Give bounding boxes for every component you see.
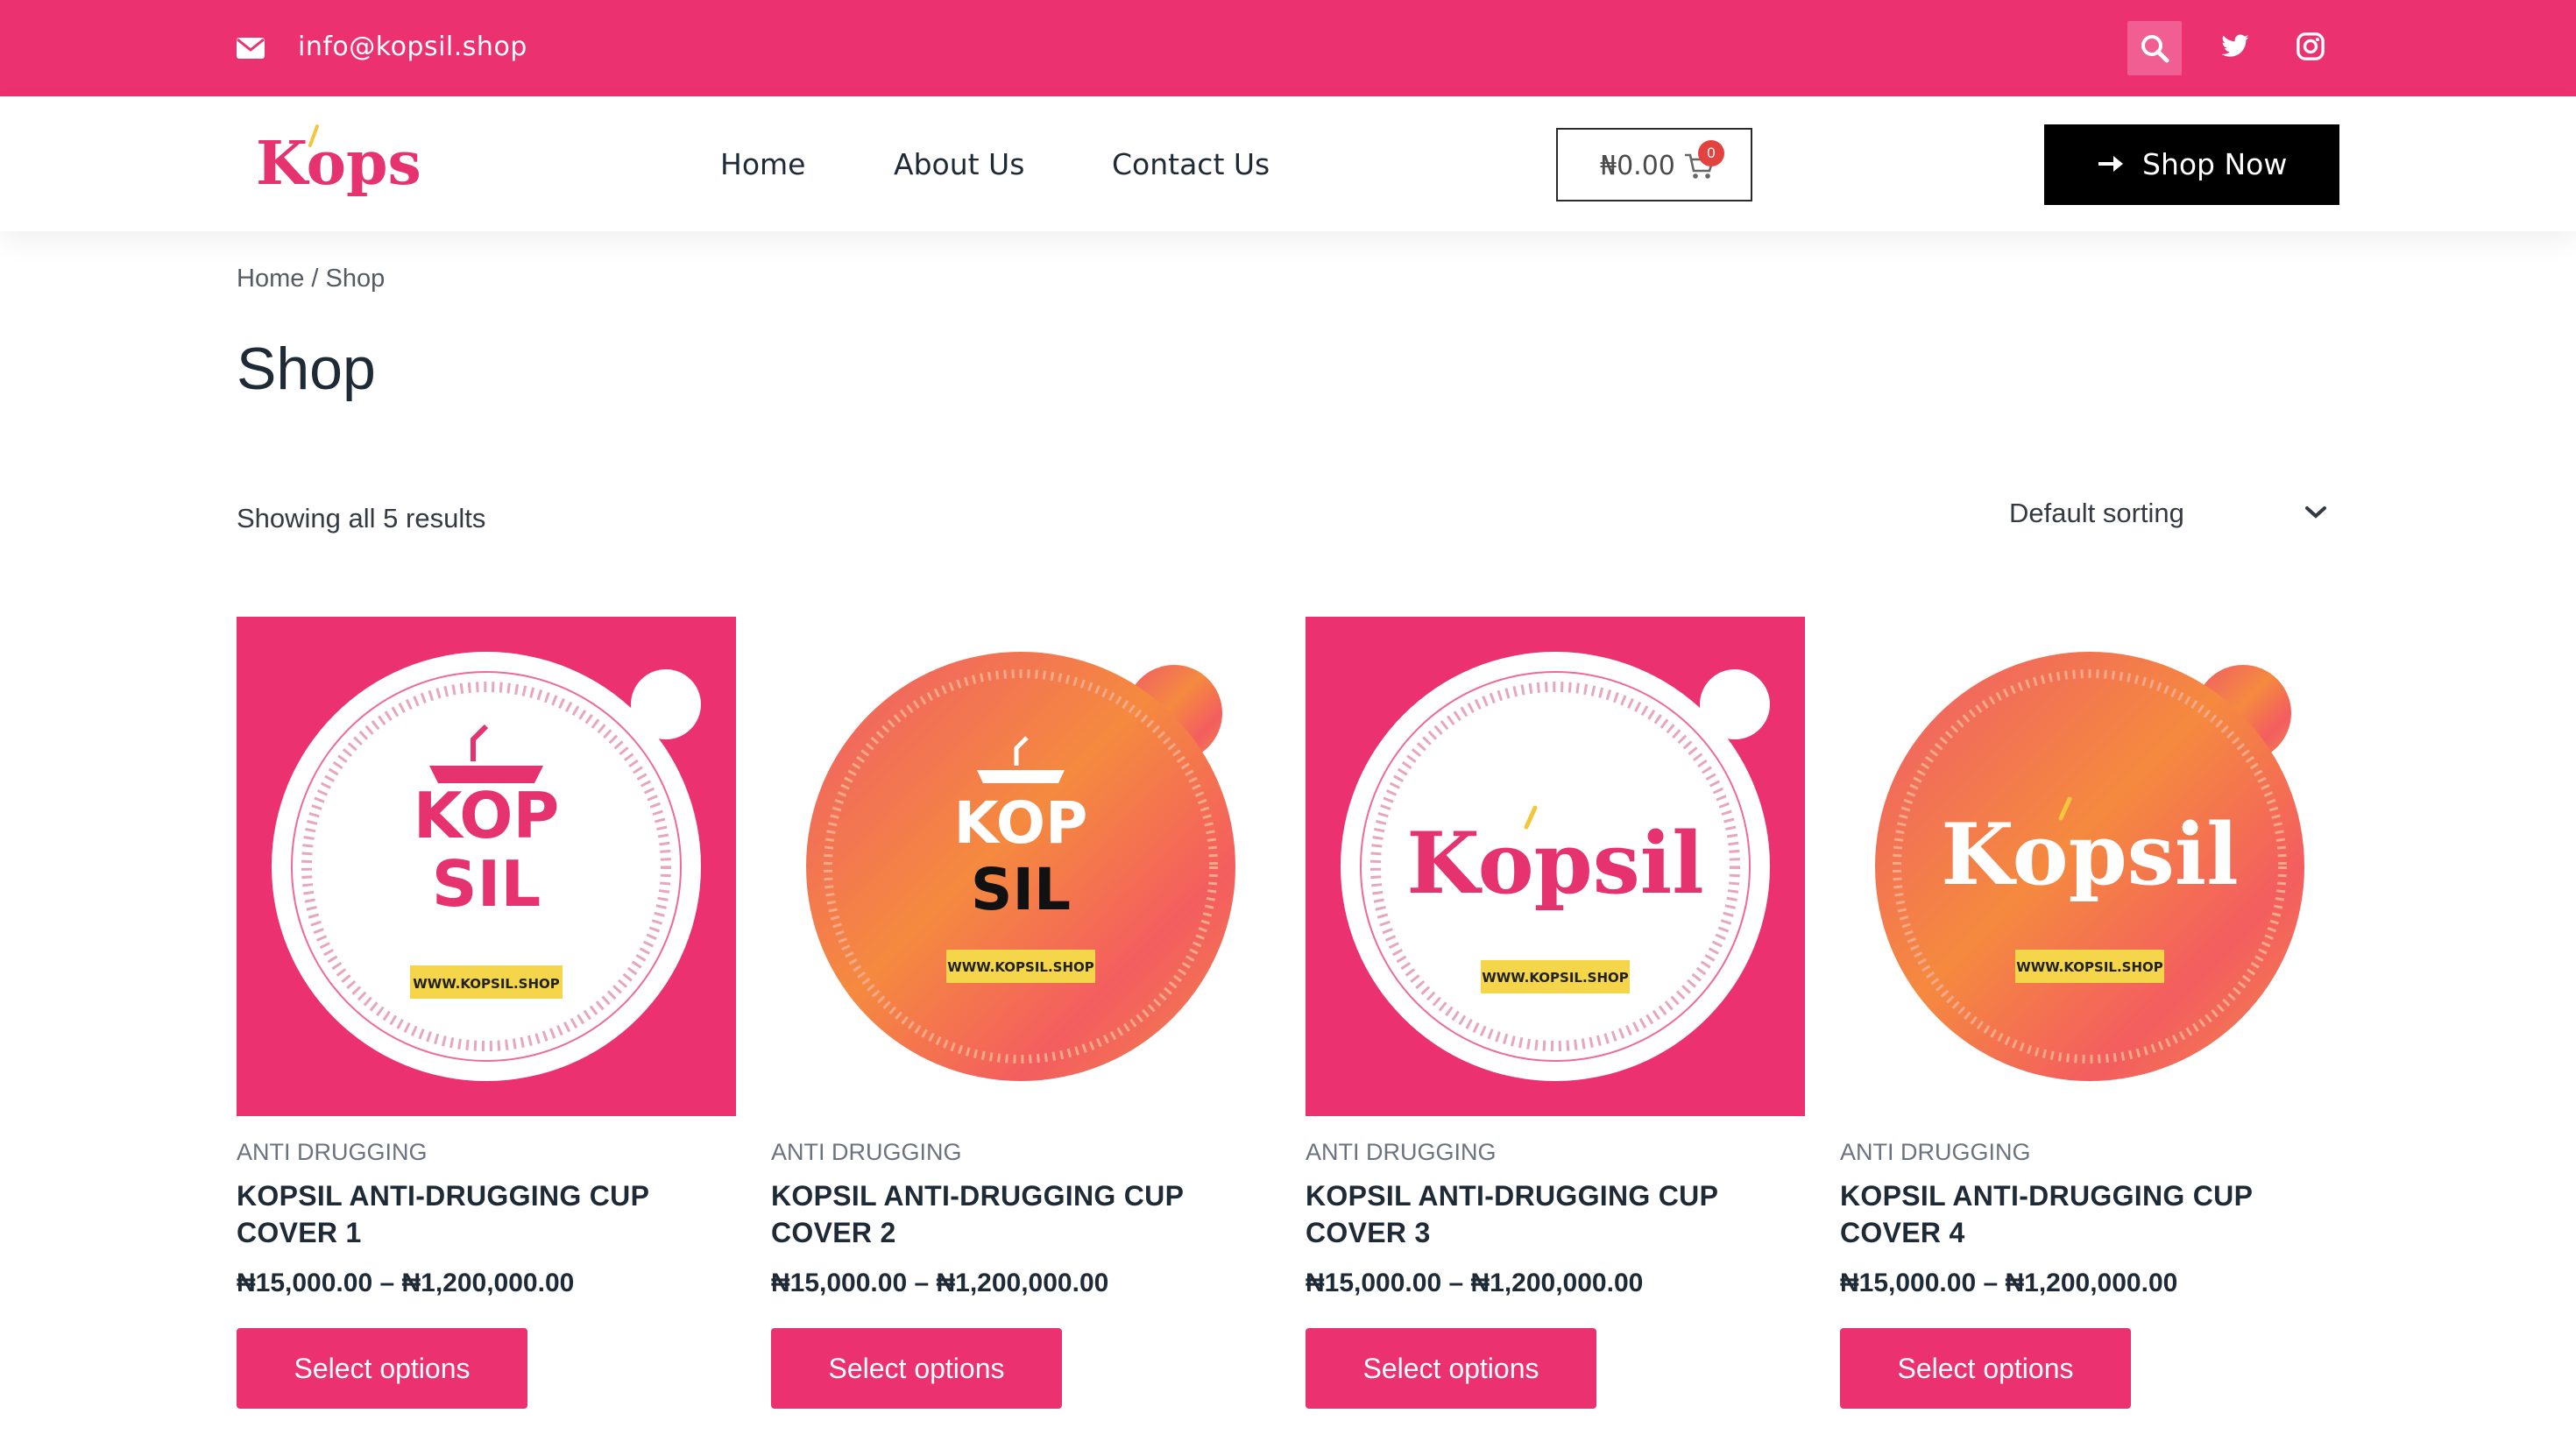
product-title[interactable]: KOPSIL ANTI-DRUGGING CUP COVER 3 [1306, 1177, 1761, 1251]
product-image-3[interactable]: Kopsil WWW.KOPSIL.SHOP [1306, 617, 1805, 1116]
svg-text:WWW.KOPSIL.SHOP: WWW.KOPSIL.SHOP [947, 959, 1094, 975]
breadcrumb-separator: / [304, 265, 326, 293]
shop-now-button[interactable]: Shop Now [2044, 124, 2339, 205]
breadcrumb: Home / Shop [237, 265, 385, 293]
breadcrumb-home-link[interactable]: Home [237, 265, 304, 293]
product-price: ₦15,000.00 – ₦1,200,000.00 [1840, 1269, 2178, 1297]
product-image-4[interactable]: Kopsil WWW.KOPSIL.SHOP [1840, 617, 2339, 1116]
sorting-value: Default sorting [2009, 498, 2184, 528]
select-options-button[interactable]: Select options [1840, 1328, 2131, 1409]
search-button[interactable] [2127, 21, 2182, 75]
product-image-2[interactable]: KOP SIL WWW.KOPSIL.SHOP [771, 617, 1270, 1116]
select-options-button[interactable]: Select options [771, 1328, 1062, 1409]
cart-button[interactable]: ₦0.00 0 [1556, 128, 1752, 201]
cart-total: ₦0.00 [1600, 151, 1675, 181]
nav-about-us[interactable]: About Us [894, 147, 1024, 181]
product-title[interactable]: KOPSIL ANTI-DRUGGING CUP COVER 4 [1840, 1177, 2296, 1251]
cart-count-badge: 0 [1698, 140, 1724, 166]
contact-email-link[interactable]: info@kopsil.shop [298, 32, 527, 62]
shop-now-label: Shop Now [2142, 147, 2288, 181]
svg-text:Kopsil: Kopsil [256, 129, 419, 199]
sorting-select[interactable]: Default sorting [1998, 485, 2339, 541]
svg-text:Kopsil: Kopsil [1941, 805, 2238, 904]
svg-text:Kopsil: Kopsil [1406, 814, 1703, 913]
result-count: Showing all 5 results [237, 503, 486, 534]
svg-text:SIL: SIL [432, 847, 541, 921]
chevron-down-icon [2304, 505, 2327, 525]
site-logo[interactable]: Kopsil [252, 116, 466, 212]
instagram-icon[interactable] [2296, 32, 2325, 66]
svg-text:WWW.KOPSIL.SHOP: WWW.KOPSIL.SHOP [1482, 970, 1629, 986]
arrow-right-icon [2097, 152, 2127, 180]
product-category[interactable]: ANTI DRUGGING [1306, 1139, 1497, 1166]
nav-contact-us[interactable]: Contact Us [1112, 147, 1270, 181]
product-category[interactable]: ANTI DRUGGING [771, 1139, 962, 1166]
select-options-button[interactable]: Select options [1306, 1328, 1596, 1409]
product-image-1[interactable]: KOP SIL WWW.KOPSIL.SHOP [237, 617, 736, 1116]
top-bar: info@kopsil.shop [0, 0, 2576, 96]
product-price: ₦15,000.00 – ₦1,200,000.00 [1306, 1269, 1644, 1297]
page-title: Shop [237, 336, 376, 402]
svg-text:SIL: SIL [971, 856, 1071, 923]
svg-text:KOP: KOP [414, 779, 560, 852]
product-price: ₦15,000.00 – ₦1,200,000.00 [771, 1269, 1109, 1297]
twitter-icon[interactable] [2219, 32, 2252, 66]
product-title[interactable]: KOPSIL ANTI-DRUGGING CUP COVER 2 [771, 1177, 1227, 1251]
svg-text:WWW.KOPSIL.SHOP: WWW.KOPSIL.SHOP [413, 976, 560, 992]
nav-home[interactable]: Home [720, 147, 805, 181]
breadcrumb-current: Shop [325, 265, 386, 293]
svg-text:WWW.KOPSIL.SHOP: WWW.KOPSIL.SHOP [2016, 959, 2163, 975]
product-category[interactable]: ANTI DRUGGING [237, 1139, 428, 1166]
search-icon [2141, 35, 2169, 63]
product-category[interactable]: ANTI DRUGGING [1840, 1139, 2031, 1166]
product-price: ₦15,000.00 – ₦1,200,000.00 [237, 1269, 575, 1297]
envelope-icon [237, 33, 265, 63]
product-title[interactable]: KOPSIL ANTI-DRUGGING CUP COVER 1 [237, 1177, 692, 1251]
select-options-button[interactable]: Select options [237, 1328, 527, 1409]
svg-text:KOP: KOP [954, 789, 1088, 857]
